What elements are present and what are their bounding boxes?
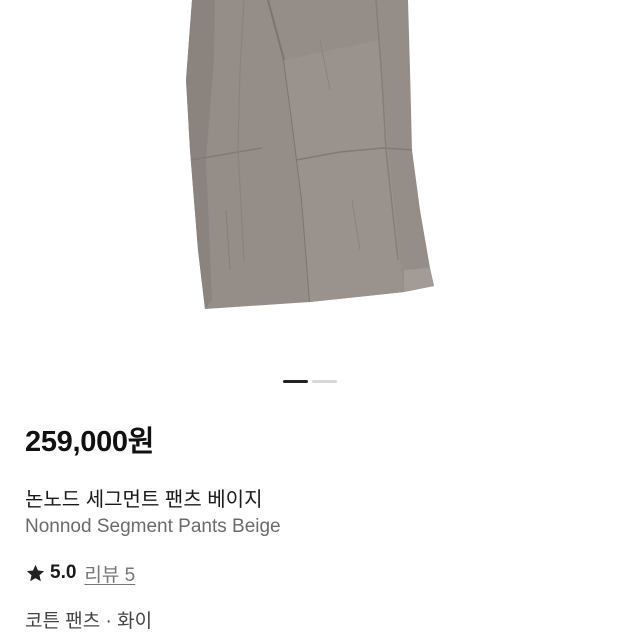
indicator-dot-active[interactable] (283, 380, 308, 383)
pants-hem-cuff (404, 268, 434, 292)
star-icon (26, 564, 45, 581)
product-image-gallery[interactable] (0, 0, 620, 392)
gallery-page-indicator (283, 380, 337, 383)
product-name-korean: 논노드 세그먼트 팬츠 베이지 (25, 489, 263, 511)
pants-product-image (186, 0, 434, 309)
review-count-link[interactable]: 리뷰 5 (84, 560, 135, 587)
product-price: 259,000원 (25, 426, 155, 458)
rating-value: 5.0 (50, 562, 77, 583)
product-name-english: Nonnod Segment Pants Beige (25, 516, 281, 537)
product-rating: 5.0 리뷰 5 (25, 560, 135, 586)
indicator-dot-inactive[interactable] (312, 380, 337, 383)
